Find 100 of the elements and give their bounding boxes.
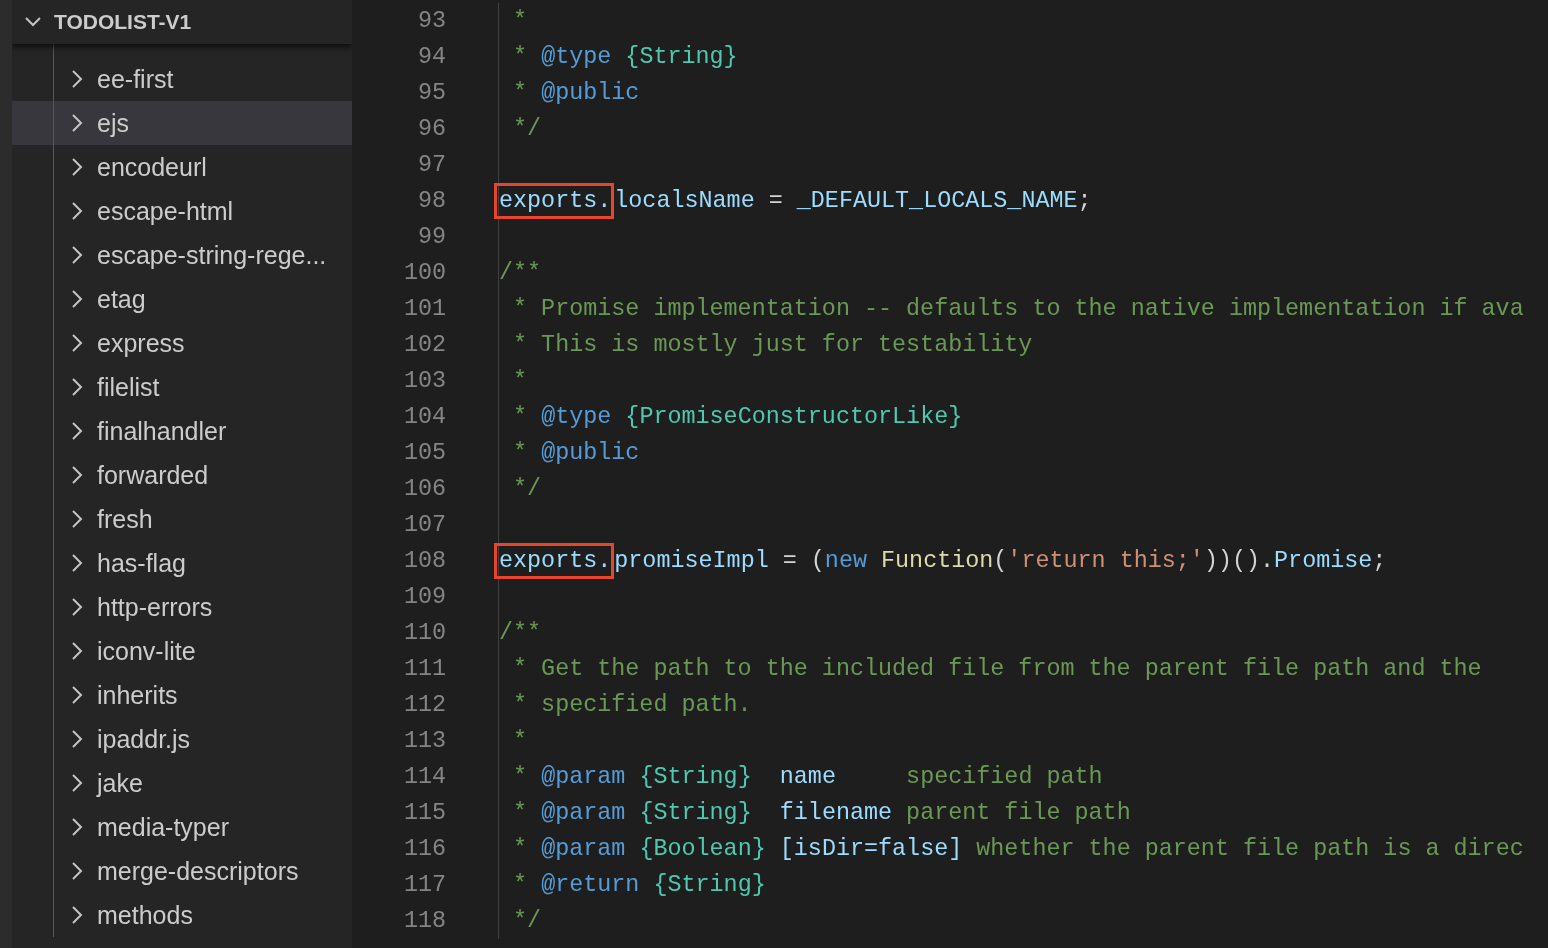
code-identifier: [isDir=false] [779, 836, 963, 862]
jsdoc-tag: @param [541, 764, 640, 790]
code-comment: parent file path [905, 800, 1131, 826]
code-comment: * [512, 836, 529, 862]
highlighted-code: exports. [494, 543, 615, 579]
line-number: 99 [416, 224, 446, 250]
code-comment: */ [512, 476, 542, 502]
code-comment: * specified path. [512, 692, 752, 718]
line-number: 94 [416, 44, 446, 70]
code-comment: * [512, 440, 529, 466]
type-annotation: {String} [653, 872, 766, 898]
folder-item[interactable]: etag [12, 277, 352, 321]
line-number: 116 [402, 836, 446, 862]
line-number: 95 [416, 80, 446, 106]
folder-item[interactable]: methods [12, 893, 352, 937]
line-number: 111 [402, 656, 446, 682]
folder-item[interactable]: ee-first [12, 57, 352, 101]
folder-item[interactable]: jake [12, 761, 352, 805]
code-comment: * Promise implementation -- defaults to the native implementation if ava [512, 296, 1524, 322]
line-number: 96 [416, 116, 446, 142]
line-number: 110 [402, 620, 446, 646]
line-number: 117 [402, 872, 446, 898]
code-identifier: name [779, 764, 836, 790]
code-identifier: localsName [614, 188, 755, 214]
jsdoc-tag: @type [541, 44, 626, 70]
line-number: 104 [402, 404, 446, 430]
folder-item[interactable]: media-typer [12, 805, 352, 849]
code-comment: specified path [905, 764, 1103, 790]
line-number: 113 [402, 728, 446, 754]
code-identifier: promiseImpl [614, 548, 769, 574]
line-number: 102 [402, 332, 446, 358]
jsdoc-tag: @type [541, 404, 626, 430]
folder-item[interactable]: escape-html [12, 189, 352, 233]
jsdoc-tag: @param [541, 836, 640, 862]
code-punctuation: = [767, 188, 784, 214]
code-punctuation: ))(). [1203, 548, 1275, 574]
line-number: 98 [416, 188, 446, 214]
folder-item[interactable]: finalhandler [12, 409, 352, 453]
line-number: 109 [402, 584, 446, 610]
folder-item[interactable]: forwarded [12, 453, 352, 497]
code-identifier: filename [779, 800, 893, 826]
code-comment: * This is mostly just for testability [512, 332, 1033, 358]
type-annotation: {String} [625, 44, 738, 70]
line-number: 97 [416, 152, 446, 178]
line-number: 108 [402, 548, 446, 574]
folder-item[interactable]: inherits [12, 673, 352, 717]
jsdoc-tag: @public [541, 80, 640, 106]
line-number: 107 [402, 512, 446, 538]
jsdoc-tag: @param [541, 800, 640, 826]
type-annotation: {String} [639, 764, 753, 790]
folder-item[interactable]: has-flag [12, 541, 352, 585]
function-name: Function [881, 548, 994, 574]
code-comment: * [512, 872, 529, 898]
line-number: 101 [402, 296, 446, 322]
code-comment: /** [499, 620, 542, 646]
code-comment: * [512, 8, 528, 34]
code-comment: */ [512, 116, 542, 142]
type-annotation: {PromiseConstructorLike} [625, 404, 963, 430]
jsdoc-tag: @public [541, 440, 640, 466]
line-number: 100 [402, 260, 446, 286]
line-number: 103 [402, 368, 446, 394]
line-number: 112 [402, 692, 446, 718]
code-comment: * [512, 800, 529, 826]
code-comment: * [512, 368, 528, 394]
line-number: 93 [416, 8, 446, 34]
code-comment: whether the parent file path is a direc [975, 836, 1524, 862]
line-number: 105 [402, 440, 446, 466]
code-comment: * Get the path to the included file from the parent file path and the [512, 656, 1482, 682]
code-comment: * [512, 404, 529, 430]
code-punctuation: ; [1077, 188, 1092, 214]
line-number: 118 [402, 908, 446, 934]
type-annotation: {String} [639, 800, 753, 826]
code-punctuation: ; [1372, 548, 1387, 574]
folder-item[interactable]: ejs [12, 101, 352, 145]
line-number: 114 [402, 764, 446, 790]
folder-item[interactable]: iconv-lite [12, 629, 352, 673]
highlighted-code: exports. [494, 183, 615, 219]
type-annotation: {Boolean} [639, 836, 767, 862]
line-number: 115 [402, 800, 446, 826]
code-comment: * [512, 80, 529, 106]
code-comment: * [512, 44, 529, 70]
folder-item[interactable]: ipaddr.js [12, 717, 352, 761]
folder-item[interactable]: encodeurl [12, 145, 352, 189]
code-comment: * [512, 764, 529, 790]
folder-item[interactable]: filelist [12, 365, 352, 409]
folder-item[interactable]: merge-descriptors [12, 849, 352, 893]
code-comment: /** [499, 260, 542, 286]
folder-item[interactable]: fresh [12, 497, 352, 541]
code-identifier: Promise [1274, 548, 1373, 574]
folder-item[interactable]: express [12, 321, 352, 365]
string-literal: 'return this;' [1007, 548, 1204, 574]
code-comment: */ [512, 908, 542, 934]
folder-item[interactable]: http-errors [12, 585, 352, 629]
line-number: 106 [402, 476, 446, 502]
folder-item[interactable]: escape-string-rege... [12, 233, 352, 277]
code-punctuation: = ( [781, 548, 825, 574]
code-punctuation: ( [993, 548, 1008, 574]
jsdoc-tag: @return [541, 872, 654, 898]
code-identifier: _DEFAULT_LOCALS_NAME [796, 188, 1078, 214]
folder-title[interactable]: TODOLIST-V1 [54, 10, 192, 34]
